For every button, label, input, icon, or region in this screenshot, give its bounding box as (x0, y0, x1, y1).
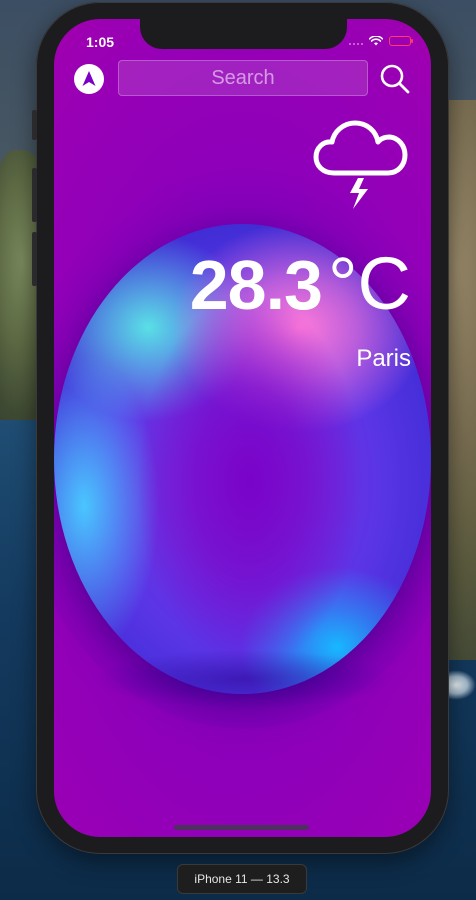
location-arrow-icon (82, 71, 96, 86)
wifi-icon (369, 36, 383, 46)
status-indicators (349, 36, 413, 46)
thunderstorm-cloud-icon (313, 120, 408, 209)
search-button[interactable] (378, 62, 412, 96)
device-notch (140, 19, 347, 49)
orb-shadow (94, 649, 394, 709)
volume-down-button (32, 232, 37, 286)
magnifier-icon (380, 64, 410, 94)
status-bar: 1:05 (54, 19, 431, 63)
city-name: Paris (356, 345, 411, 372)
app-screen: 1:05 Search 28.3 °C Paris (54, 19, 431, 837)
temperature-display: 28.3 °C (190, 241, 411, 326)
temperature-unit: °C (327, 242, 411, 325)
location-button[interactable] (74, 64, 104, 94)
simulator-device-label: iPhone 11 — 13.3 (177, 864, 307, 894)
search-input[interactable]: Search (118, 60, 368, 96)
cellular-signal-icon (349, 37, 363, 45)
simulator-device-frame: 1:05 Search 28.3 °C Paris (32, 2, 449, 854)
temperature-value: 28.3 (189, 246, 323, 324)
status-time: 1:05 (86, 34, 115, 50)
mute-switch (32, 110, 37, 140)
battery-icon (389, 36, 413, 46)
home-indicator[interactable] (174, 825, 309, 830)
volume-up-button (32, 168, 37, 222)
